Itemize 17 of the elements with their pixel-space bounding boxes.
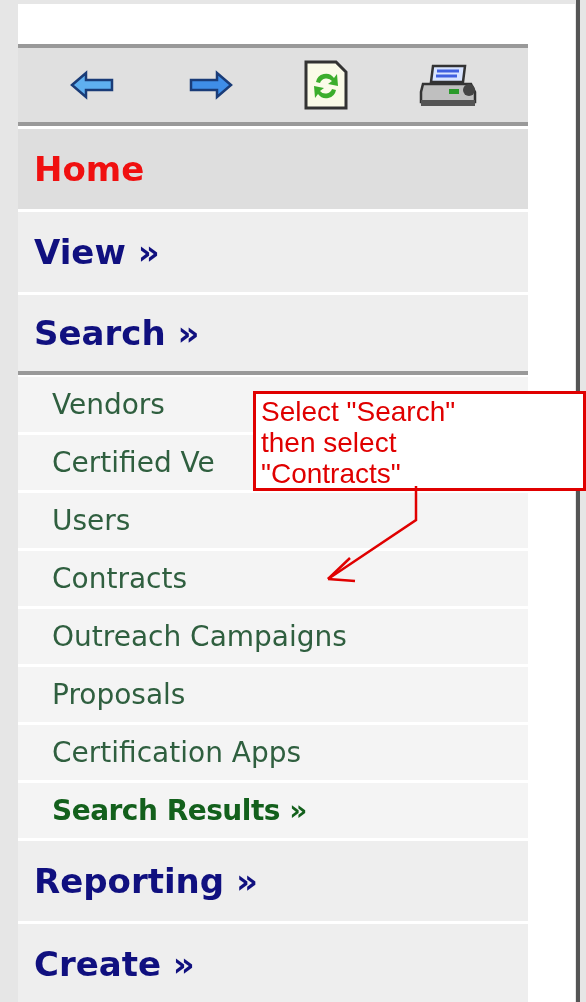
submenu-item[interactable]: Certified Ve bbox=[52, 446, 215, 479]
menu-item[interactable]: View » bbox=[18, 212, 528, 292]
menu-item[interactable]: Search » bbox=[18, 295, 528, 375]
submenu-item[interactable]: Vendors bbox=[52, 388, 165, 421]
submenu-item[interactable]: Proposals bbox=[52, 678, 186, 711]
back-arrow-icon bbox=[69, 70, 113, 100]
printer-icon bbox=[419, 64, 476, 106]
menu-item[interactable]: Create » bbox=[18, 924, 528, 1002]
callout-tooltip: Select "Search" then select "Contracts" bbox=[253, 391, 586, 491]
submenu-item[interactable]: Contracts bbox=[52, 562, 188, 595]
print-button[interactable] bbox=[418, 62, 477, 108]
refresh-button[interactable] bbox=[303, 60, 348, 110]
menu-item[interactable]: Reporting » bbox=[18, 841, 528, 921]
back-button[interactable] bbox=[69, 69, 116, 101]
submenu-item[interactable]: Users bbox=[52, 504, 131, 537]
forward-arrow-icon bbox=[189, 70, 233, 100]
refresh-document-icon bbox=[304, 60, 347, 110]
